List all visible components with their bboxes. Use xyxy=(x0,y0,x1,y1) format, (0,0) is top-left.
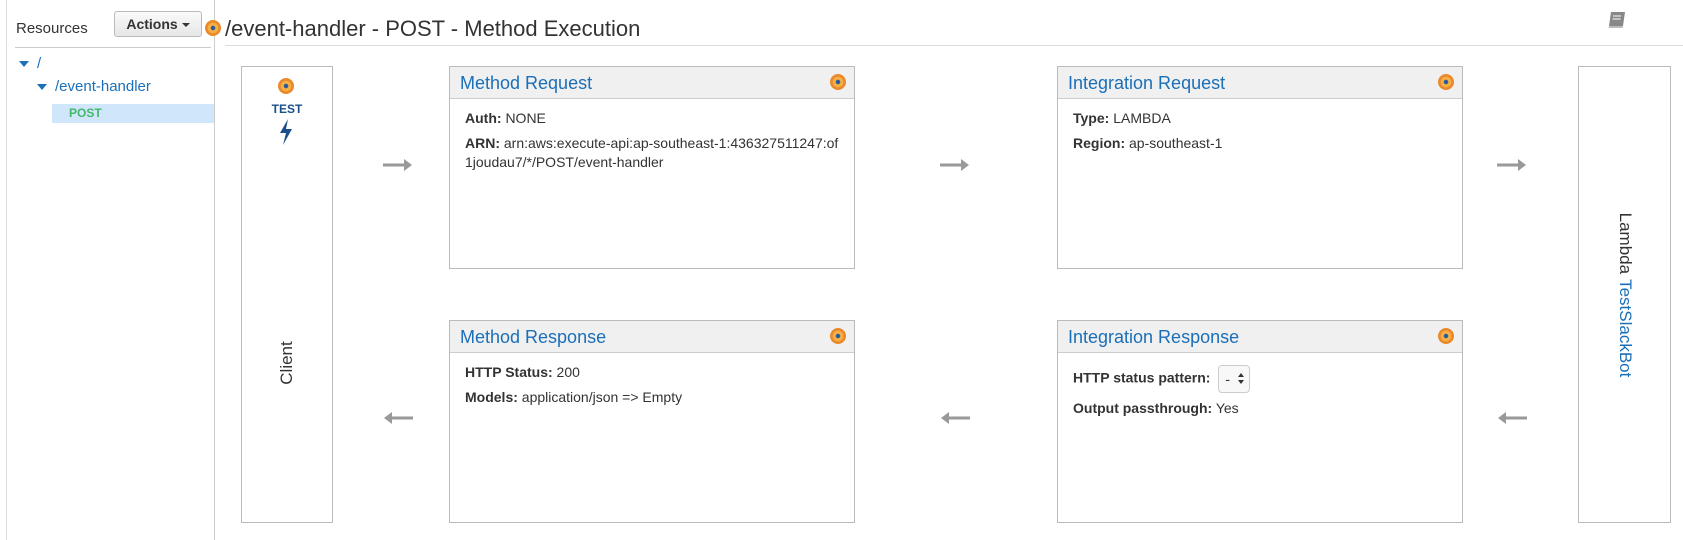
method-request-help-dot-icon[interactable] xyxy=(830,74,846,90)
tree-item-root[interactable]: / xyxy=(19,55,41,72)
status-pattern-row: HTTP status pattern: - xyxy=(1073,365,1447,393)
type-value: LAMBDA xyxy=(1113,110,1171,126)
method-response-title[interactable]: Method Response xyxy=(460,327,606,348)
status-pattern-select[interactable]: - xyxy=(1218,365,1251,393)
expand-triangle-icon[interactable] xyxy=(19,61,29,68)
actions-label: Actions xyxy=(126,16,178,32)
arrow-right-icon xyxy=(940,159,969,171)
arn-label: ARN: xyxy=(465,135,500,151)
region-value: ap-southeast-1 xyxy=(1129,135,1223,151)
arrow-right-icon xyxy=(1497,159,1526,171)
integration-request-box: Integration Request Type: LAMBDA Region:… xyxy=(1057,66,1463,269)
page-title: /event-handler - POST - Method Execution xyxy=(225,16,641,41)
arn-row: ARN: arn:aws:execute-api:ap-southeast-1:… xyxy=(465,134,839,172)
select-down-icon xyxy=(1238,380,1245,384)
expand-triangle-icon[interactable] xyxy=(37,84,47,91)
auth-row: Auth: NONE xyxy=(465,109,839,128)
tree-item-label: / xyxy=(37,55,42,72)
lambda-type-label: Lambda xyxy=(1616,212,1635,275)
method-response-box: Method Response HTTP Status: 200 Models:… xyxy=(449,320,855,523)
integration-request-title[interactable]: Integration Request xyxy=(1068,73,1225,94)
method-request-header: Method Request xyxy=(450,67,854,99)
book-icon[interactable] xyxy=(1606,10,1628,30)
method-request-title[interactable]: Method Request xyxy=(460,73,592,94)
method-request-box: Method Request Auth: NONE ARN: arn:aws:e… xyxy=(449,66,855,269)
models-label: Models: xyxy=(465,389,518,405)
arrow-right-icon xyxy=(383,159,412,171)
integration-response-help-dot-icon[interactable] xyxy=(1438,328,1454,344)
status-pattern-value: - xyxy=(1225,371,1230,387)
tree-item-post[interactable]: POST xyxy=(69,106,102,120)
http-status-value: 200 xyxy=(556,364,580,380)
status-pattern-label: HTTP status pattern: xyxy=(1073,369,1211,386)
arrow-left-icon xyxy=(1498,412,1527,424)
models-value: application/json => Empty xyxy=(521,389,683,405)
client-label: Client xyxy=(277,341,296,385)
region-label: Region: xyxy=(1073,135,1126,151)
arrow-left-icon xyxy=(941,412,970,424)
header-divider xyxy=(225,45,1683,46)
client-help-dot-icon[interactable] xyxy=(278,78,294,94)
resources-title: Resources xyxy=(16,20,88,37)
lambda-label: Lambda TestSlackBot xyxy=(1615,213,1635,378)
models-row: Models: application/json => Empty xyxy=(465,388,839,407)
type-label: Type: xyxy=(1073,110,1110,126)
select-up-icon xyxy=(1238,373,1245,377)
sidebar-help-dot-icon[interactable] xyxy=(205,20,221,36)
integration-request-header: Integration Request xyxy=(1058,67,1462,99)
auth-label: Auth: xyxy=(465,110,502,126)
tree-item-event-handler[interactable]: /event-handler xyxy=(37,78,151,95)
integration-response-header: Integration Response xyxy=(1058,321,1462,353)
arrow-left-icon xyxy=(384,412,413,424)
test-link[interactable]: TEST xyxy=(242,102,332,116)
lambda-panel: Lambda TestSlackBot xyxy=(1578,66,1671,523)
arn-value: arn:aws:execute-api:ap-southeast-1:43632… xyxy=(465,135,839,170)
http-status-label: HTTP Status: xyxy=(465,364,553,380)
resources-sidebar: Resources Actions / /event-handler POST xyxy=(7,0,215,540)
method-response-help-dot-icon[interactable] xyxy=(830,328,846,344)
client-panel: TEST Client xyxy=(241,66,333,523)
passthrough-label: Output passthrough: xyxy=(1073,400,1213,416)
integration-response-title[interactable]: Integration Response xyxy=(1068,327,1239,348)
sidebar-divider xyxy=(15,47,211,48)
integration-response-box: Integration Response HTTP status pattern… xyxy=(1057,320,1463,523)
region-row: Region: ap-southeast-1 xyxy=(1073,134,1447,153)
lightning-bolt-icon[interactable] xyxy=(277,119,295,145)
auth-value: NONE xyxy=(505,110,546,126)
type-row: Type: LAMBDA xyxy=(1073,109,1447,128)
tree-item-label: /event-handler xyxy=(55,78,151,95)
lambda-function-link[interactable]: TestSlackBot xyxy=(1616,279,1635,377)
actions-button[interactable]: Actions xyxy=(114,11,202,37)
passthrough-value: Yes xyxy=(1215,400,1239,416)
caret-down-icon xyxy=(181,23,190,28)
method-response-header: Method Response xyxy=(450,321,854,353)
http-status-row: HTTP Status: 200 xyxy=(465,363,839,382)
passthrough-row: Output passthrough: Yes xyxy=(1073,399,1447,418)
integration-request-help-dot-icon[interactable] xyxy=(1438,74,1454,90)
